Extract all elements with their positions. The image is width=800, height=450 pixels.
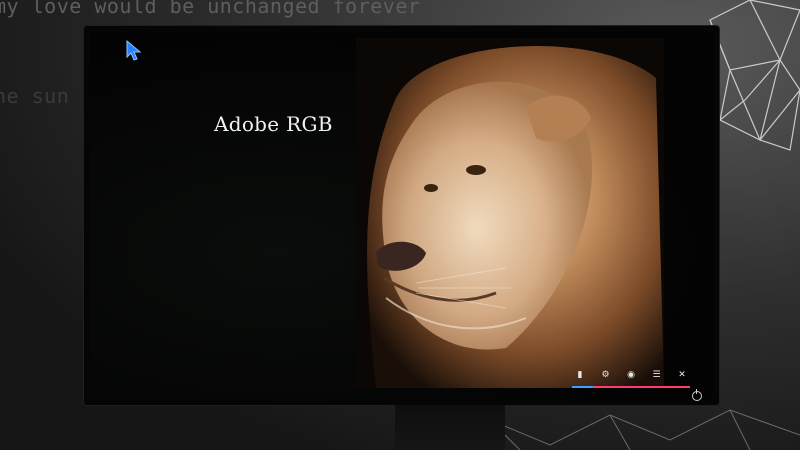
color-icon[interactable]: ◉ bbox=[625, 369, 637, 381]
poster-text: he sun bbox=[0, 84, 70, 108]
settings-icon[interactable]: ⚙ bbox=[600, 369, 612, 381]
monitor: Adobe RGB ▮ ⚙ ◉ ☰ ✕ bbox=[84, 26, 719, 405]
monitor-stand bbox=[395, 405, 505, 450]
poster-text: my love would be unchanged forever bbox=[0, 0, 421, 18]
close-icon[interactable]: ✕ bbox=[676, 369, 688, 381]
color-mode-label: Adobe RGB bbox=[214, 112, 333, 136]
mouse-cursor-icon bbox=[126, 40, 142, 61]
power-icon[interactable] bbox=[692, 389, 702, 401]
menu-list-icon[interactable]: ☰ bbox=[651, 369, 663, 381]
osd-menu-bar: ▮ ⚙ ◉ ☰ ✕ bbox=[572, 368, 690, 390]
osd-accent-line bbox=[572, 386, 690, 388]
lion-photo bbox=[356, 38, 664, 388]
monitor-screen: Adobe RGB ▮ ⚙ ◉ ☰ ✕ bbox=[90, 32, 713, 399]
input-icon[interactable]: ▮ bbox=[574, 369, 586, 381]
